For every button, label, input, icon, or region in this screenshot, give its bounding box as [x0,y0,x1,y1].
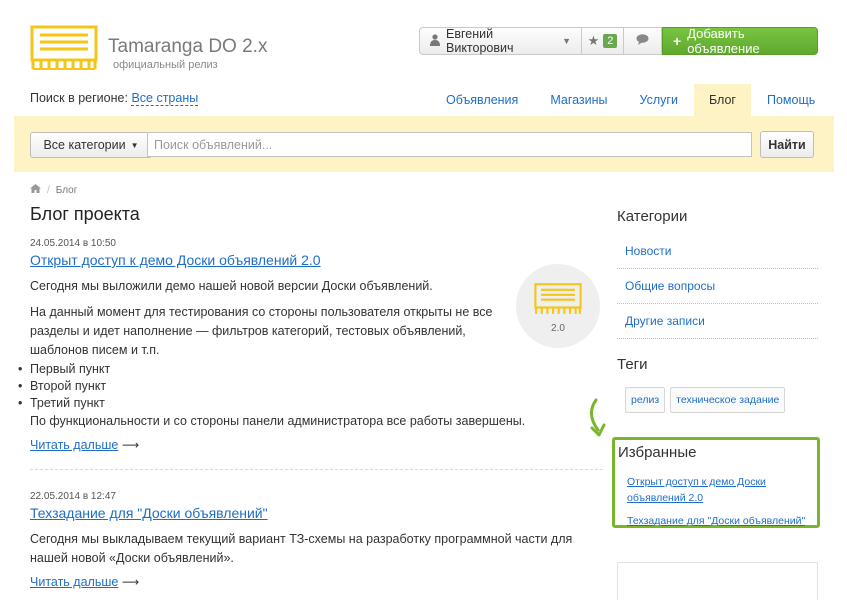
list-item: Второй пункт [18,378,110,395]
curved-arrow-icon [590,398,606,437]
arrow-right-icon: ⟶ [121,575,140,589]
thumbnail-label: 2.0 [551,323,565,334]
user-toolbar: Евгений Викторович ▼ ★ 2 + Добавить объя… [419,26,818,56]
favorites-title: Избранные [618,444,697,461]
user-name: Евгений Викторович [446,27,514,55]
breadcrumb-separator: / [47,184,50,196]
categories-list: Новости Общие вопросы Другие записи [617,234,818,339]
blog-post: 24.05.2014 в 10:50 Открыт доступ к демо … [30,238,605,268]
post-body: Сегодня мы выложили демо нашей новой вер… [30,277,510,360]
main-nav: Объявления Магазины Услуги Блог Помощь [430,84,831,116]
arrow-right-icon: ⟶ [121,438,140,452]
category-item-news[interactable]: Новости [617,234,818,269]
plus-icon: + [673,33,682,49]
chat-bubble-icon [636,34,649,48]
home-icon[interactable] [30,184,41,196]
tags-title: Теги [617,356,648,373]
read-more-link[interactable]: Читать дальше [30,575,118,589]
category-item-general[interactable]: Общие вопросы [617,269,818,304]
post-bullet-list: Первый пункт Второй пункт Третий пункт [18,361,110,412]
logo-icon [30,25,98,70]
post-paragraph: Сегодня мы выложили демо нашей новой вер… [30,279,433,293]
site-logo[interactable] [30,25,98,71]
post-date: 24.05.2014 в 10:50 [30,238,116,249]
read-more-link[interactable]: Читать дальше [30,438,118,452]
logo-icon [534,283,582,314]
nav-item-listings[interactable]: Объявления [430,84,534,116]
post-footer: По функциональности и со стороны панели … [30,412,605,452]
tags-list: релиз техническое задание [625,387,786,413]
nav-item-services[interactable]: Услуги [624,84,694,116]
post-paragraph: На данный момент для тестирования со сто… [30,305,493,357]
caret-down-icon: ▼ [130,140,139,150]
brand-name[interactable]: Tamaranga DO 2.x [108,36,267,58]
search-input[interactable] [147,132,752,157]
category-item-other[interactable]: Другие записи [617,304,818,339]
search-button[interactable]: Найти [760,131,814,158]
user-menu-button[interactable]: Евгений Викторович ▼ [419,27,582,55]
nav-item-blog[interactable]: Блог [693,84,751,116]
region-link[interactable]: Все страны [131,91,199,106]
add-listing-label: Добавить объявление [687,26,760,56]
breadcrumb: / Блог [30,184,77,196]
tag-tech-spec[interactable]: техническое задание [670,387,786,413]
list-item: Третий пункт [18,395,110,412]
region-selector: Поиск в регионе: Все страны [30,91,199,106]
nav-item-shops[interactable]: Магазины [534,84,623,116]
favorite-link[interactable]: Техзадание для "Доски объявлений" [627,513,817,529]
post-paragraph: По функциональности и со стороны панели … [30,414,526,428]
region-label: Поиск в регионе: [30,91,128,105]
star-icon: ★ [587,33,600,48]
list-item: Первый пункт [18,361,110,378]
favorites-count-badge: 2 [603,34,618,48]
category-dropdown-label: Все категории [43,138,126,152]
favorites-list: Открыт доступ к демо Доски объявлений 2.… [627,474,817,536]
favorite-link[interactable]: Открыт доступ к демо Доски объявлений 2.… [627,474,817,506]
nav-item-help[interactable]: Помощь [751,84,831,116]
favorites-widget: Избранные Открыт доступ к демо Доски объ… [612,437,820,528]
search-bar: Все категории ▼ Найти [14,116,834,172]
favorites-button[interactable]: ★ 2 [582,27,624,55]
add-listing-button[interactable]: + Добавить объявление [662,26,818,56]
post-paragraph: Сегодня мы выкладываем текущий вариант Т… [30,532,573,565]
post-thumbnail: 2.0 [516,264,600,348]
category-dropdown[interactable]: Все категории ▼ [30,132,152,158]
page-title: Блог проекта [30,204,140,224]
categories-title: Категории [617,208,688,225]
sidebar-banner-placeholder [617,562,818,600]
messages-button[interactable] [624,27,662,55]
tag-release[interactable]: релиз [625,387,666,413]
blog-post: 22.05.2014 в 12:47 Техзадание для "Доски… [30,491,605,589]
post-title-link[interactable]: Техзадание для "Доски объявлений" [30,505,605,521]
user-icon [430,33,440,49]
breadcrumb-current: Блог [55,184,78,196]
post-date: 22.05.2014 в 12:47 [30,491,116,502]
post-title-link[interactable]: Открыт доступ к демо Доски объявлений 2.… [30,252,605,268]
post-divider [30,469,603,470]
chevron-down-icon: ▼ [562,36,571,46]
brand-subtitle: официальный релиз [113,59,218,71]
